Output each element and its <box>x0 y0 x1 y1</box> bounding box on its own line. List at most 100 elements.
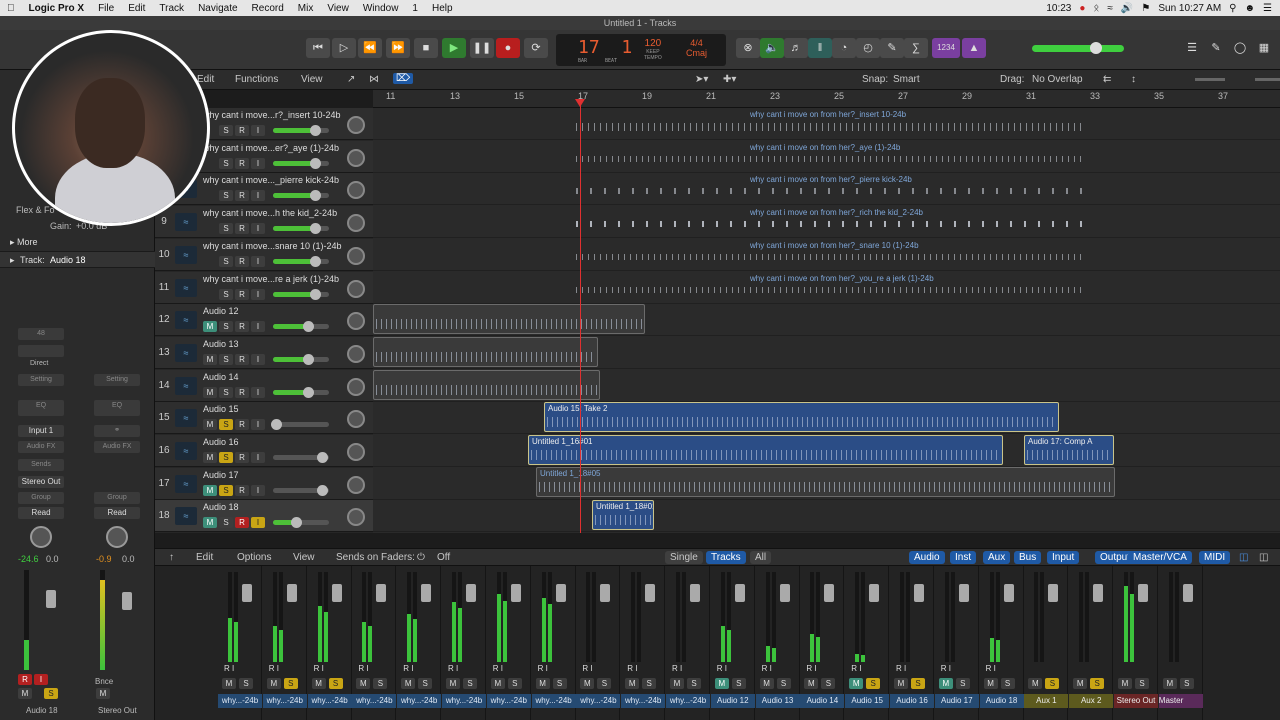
track-name[interactable]: Audio 13 <box>203 339 239 349</box>
strip-name-label[interactable]: Audio 12 <box>710 694 755 708</box>
input-monitor-button[interactable]: I <box>251 125 265 136</box>
volume-handle[interactable] <box>271 419 283 431</box>
solo-button[interactable]: S <box>219 321 233 333</box>
solo-button[interactable]: S <box>219 353 233 365</box>
strip-mute-button[interactable]: M <box>625 678 640 689</box>
sends-on-faders-select[interactable]: Off <box>437 552 450 563</box>
strip-name-label[interactable]: Audio 14 <box>800 694 845 708</box>
inspector-mute-button[interactable]: M <box>18 688 32 699</box>
setting-button-1[interactable]: Setting <box>18 374 64 386</box>
strip-solo-button[interactable]: S <box>955 678 970 689</box>
strip-mute-button[interactable]: M <box>490 678 505 689</box>
setting-button-2[interactable]: Setting <box>94 374 140 386</box>
eq-button-1[interactable]: EQ <box>18 400 64 416</box>
list-editors-icon[interactable]: ☰ <box>1180 38 1204 58</box>
track-name[interactable]: why cant i move...h the kid_2-24b <box>203 208 337 218</box>
input-monitor-button[interactable]: I <box>251 255 265 267</box>
strip-solo-button[interactable]: S <box>239 678 253 689</box>
volume-handle[interactable] <box>302 353 314 365</box>
pan-knob[interactable] <box>347 410 365 429</box>
record-input-buttons[interactable]: R I <box>717 664 727 673</box>
mute-button[interactable]: M <box>203 484 217 496</box>
strip-name-label[interactable]: why...-24b <box>486 694 531 708</box>
record-input-buttons[interactable]: R I <box>806 664 816 673</box>
pan-knob[interactable] <box>347 181 365 200</box>
fast-forward-button[interactable]: ⏩ <box>386 38 410 58</box>
mute-button[interactable]: M <box>203 517 217 529</box>
solo-button[interactable]: S <box>219 157 233 169</box>
track-disclosure-icon[interactable]: ▸ <box>10 255 15 266</box>
track-name[interactable]: Audio 18 <box>203 502 239 512</box>
record-input-buttons[interactable]: R I <box>538 664 548 673</box>
strip-solo-button[interactable]: S <box>283 678 298 689</box>
audio-fx-slot-2[interactable]: Audio FX <box>94 441 140 453</box>
lane-region-label[interactable]: why cant i move on from her?_snare 10 (1… <box>750 241 919 250</box>
menu-view[interactable]: View <box>320 3 356 14</box>
more-disclosure[interactable]: ▸ More <box>10 237 38 248</box>
inspector-solo-button[interactable]: S <box>44 688 58 699</box>
search-icon[interactable]: ⚲ <box>1229 3 1236 14</box>
track-header[interactable]: 11 ≈ why cant i move...re a jerk (1)-24b… <box>155 271 373 304</box>
functions-menu[interactable]: Functions <box>235 74 278 85</box>
stop-button[interactable]: ■ <box>414 38 438 58</box>
record-enable-button[interactable]: R <box>235 288 249 300</box>
group-slot-2[interactable]: Group <box>94 492 140 504</box>
strip-name-label[interactable]: why...-24b <box>397 694 442 708</box>
strip-solo-button[interactable]: S <box>597 678 612 689</box>
track-inspector-header[interactable]: ▸ Track: Audio 18 <box>0 251 155 268</box>
secondary-tool-icon[interactable]: ✚▾ <box>723 74 736 85</box>
track-volume-fader[interactable] <box>273 288 329 300</box>
rewind-button[interactable]: ⏪ <box>358 38 382 58</box>
pan-knob[interactable] <box>347 344 365 363</box>
strip-name-label[interactable]: Audio 17 <box>934 694 979 708</box>
strip-mute-button[interactable]: M <box>1118 678 1132 689</box>
track-volume-fader[interactable] <box>273 223 329 235</box>
waveform-zoom-icon[interactable]: ⇇ <box>1103 74 1111 85</box>
track-volume-fader[interactable] <box>273 452 329 463</box>
strip-mute-button[interactable]: M <box>1073 678 1088 689</box>
cpu-meter-icon[interactable]: ◔ <box>832 38 856 58</box>
record-input-buttons[interactable]: R I <box>493 664 503 673</box>
strip-name-label[interactable]: Audio 16 <box>890 694 934 708</box>
inspector-fader-2[interactable] <box>122 592 132 610</box>
menu-datetime[interactable]: Sun 10:27 AM <box>1158 3 1221 14</box>
solo-button[interactable]: S <box>219 125 233 136</box>
replace-button[interactable]: ⊗ <box>736 38 760 58</box>
record-enable-button[interactable]: R <box>235 517 249 529</box>
track-volume-fader[interactable] <box>273 353 329 365</box>
record-enable-button[interactable]: R <box>235 386 249 398</box>
filter-bus[interactable]: Bus <box>1014 551 1042 564</box>
track-name[interactable]: why cant i move...snare 10 (1)-24b <box>203 241 342 251</box>
browser-icon[interactable]: ▦ <box>1252 38 1276 58</box>
automation-mode-2[interactable]: Read <box>94 507 140 519</box>
strip-name-label[interactable]: Audio 15 <box>845 694 890 708</box>
vertical-zoom-icon[interactable]: ↕ <box>1131 74 1136 85</box>
pan-knob[interactable] <box>347 475 365 494</box>
strip-mute-button[interactable]: M <box>266 678 281 689</box>
strip-solo-button[interactable]: S <box>642 678 657 689</box>
menu-1[interactable]: 1 <box>405 3 425 14</box>
input-monitor[interactable] <box>18 345 64 357</box>
channel-fader[interactable] <box>779 584 790 602</box>
track-header[interactable]: 14 ≈ Audio 14 MSRI <box>155 369 373 402</box>
input-monitor-button[interactable]: I <box>251 353 265 365</box>
metronome-mute-button[interactable]: 🔈 <box>760 38 784 58</box>
volume-handle[interactable] <box>309 125 321 136</box>
strip-mute-button[interactable]: M <box>1028 678 1043 689</box>
audio-fx-slot-1[interactable]: Audio FX <box>18 441 64 453</box>
track-header[interactable]: 10 ≈ why cant i move...snare 10 (1)-24b … <box>155 238 373 271</box>
pan-knob[interactable] <box>347 443 365 461</box>
filter-midi[interactable]: MIDI <box>1199 551 1231 564</box>
volume-handle[interactable] <box>309 255 321 267</box>
channel-fader[interactable] <box>645 584 656 602</box>
channel-fader[interactable] <box>958 584 969 602</box>
strip-name-label[interactable]: why...-24b <box>442 694 486 708</box>
strip-solo-button[interactable]: S <box>1090 678 1105 689</box>
menu-window[interactable]: Window <box>356 3 406 14</box>
strip-name-label[interactable]: why...-24b <box>531 694 576 708</box>
channel-fader[interactable] <box>600 584 611 602</box>
lane-region-label[interactable]: why cant i move on from her?_aye (1)-24b <box>750 143 900 152</box>
channel-fader[interactable] <box>869 584 880 602</box>
vertical-zoom-slider[interactable] <box>1195 78 1225 81</box>
solo-button[interactable]: S <box>219 484 233 496</box>
